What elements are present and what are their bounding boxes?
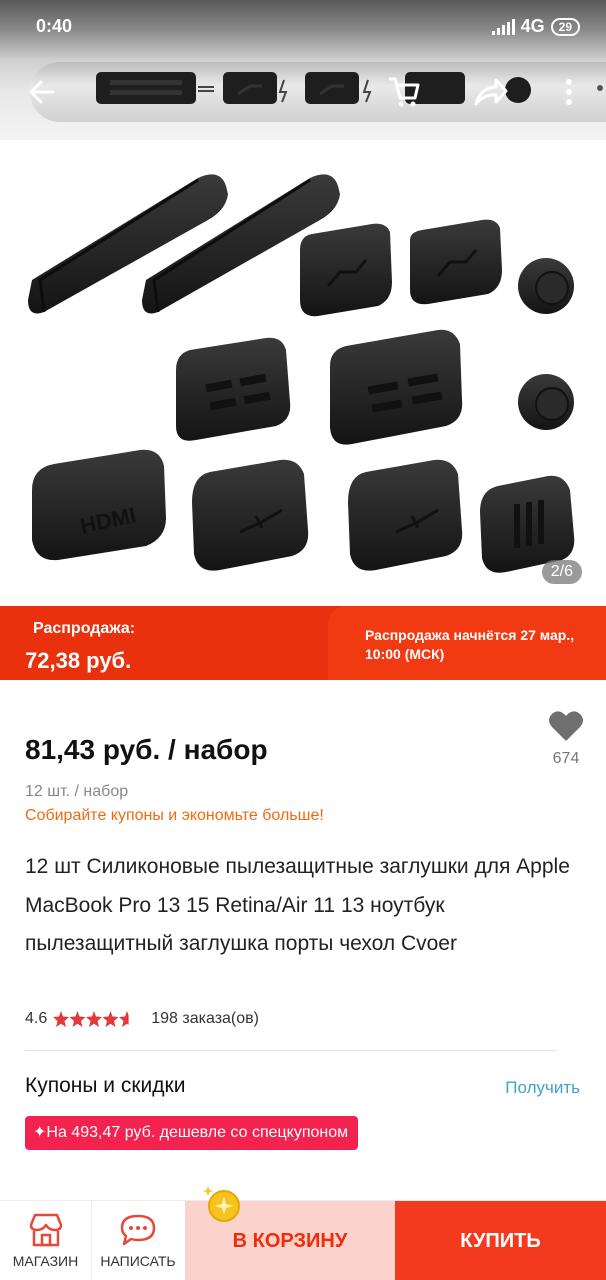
coupon-promo-link[interactable]: Собирайте купоны и экономьте больше!	[25, 807, 324, 825]
store-icon	[29, 1213, 62, 1247]
rating-stars	[53, 1011, 135, 1027]
store-button[interactable]: МАГАЗИН	[0, 1201, 92, 1280]
add-to-cart-label: В КОРЗИНУ	[232, 1229, 348, 1252]
sale-price-block: Распродажа: 72,38 руб.	[0, 606, 332, 680]
share-icon	[474, 78, 508, 106]
sale-start-block: Распродажа начнётся 27 мар., 10:00 (МСК)	[328, 606, 606, 680]
special-coupon-badge[interactable]: ✦На 493,47 руб. дешевле со спецкупоном	[25, 1116, 359, 1150]
stars-icon	[53, 1011, 129, 1027]
orders-count: 198 заказа(ов)	[151, 1010, 259, 1027]
buy-now-button[interactable]: КУПИТЬ	[395, 1201, 606, 1280]
get-coupons-link[interactable]: Получить	[505, 1078, 580, 1098]
long-plug-1	[28, 174, 228, 314]
more-vertical-icon	[566, 79, 572, 105]
cart-button[interactable]	[380, 66, 428, 118]
arrow-left-icon	[29, 80, 55, 104]
product-title: 12 шт Силиконовые пылезащитные заглушки …	[25, 855, 570, 955]
gallery-counter: 2/6	[541, 560, 582, 584]
sale-price: 72,38 руб.	[25, 648, 132, 673]
heart-icon	[549, 711, 583, 741]
message-button[interactable]: НАПИСАТЬ	[92, 1201, 184, 1280]
status-time: 0:40	[36, 16, 73, 36]
message-label: НАПИСАТЬ	[100, 1253, 176, 1269]
signal-icon	[491, 18, 515, 35]
back-button[interactable]	[18, 66, 66, 118]
rating-value: 4.6	[25, 1010, 48, 1027]
chat-icon	[120, 1214, 156, 1246]
sale-banner: Распродажа: 72,38 руб. Распродажа начнёт…	[0, 606, 606, 680]
share-button[interactable]	[466, 66, 514, 118]
more-button[interactable]	[545, 66, 593, 118]
bottom-action-bar: МАГАЗИН НАПИСАТЬ В КОРЗИНУ КУПИТЬ	[0, 1200, 606, 1280]
network-type: 4G	[520, 16, 545, 36]
battery-indicator: 29	[550, 17, 580, 36]
product-gallery[interactable]: HDMI 0:40 4G 29 2/6	[0, 0, 606, 606]
status-bar: 0:40 4G 29	[0, 0, 606, 52]
rating-row[interactable]: 4.6 198 заказа(ов)	[25, 1010, 259, 1028]
cart-icon	[389, 77, 420, 107]
section-divider	[25, 1050, 556, 1051]
store-label: МАГАЗИН	[12, 1253, 79, 1269]
buy-now-label: КУПИТЬ	[460, 1229, 541, 1252]
dust-plugs-illustration: HDMI	[28, 174, 575, 573]
sale-start-notice: Распродажа начнётся 27 мар., 10:00 (МСК)	[365, 627, 575, 662]
wishlist-count: 674	[552, 750, 580, 767]
sale-label: Распродажа:	[33, 620, 136, 637]
wishlist-button[interactable]: 674	[540, 710, 592, 768]
coin-icon	[202, 1186, 240, 1222]
unit-info: 12 шт. / набор	[25, 783, 129, 800]
coupons-section-title: Купоны и скидки	[25, 1074, 186, 1097]
product-price: 81,43 руб. / набор	[25, 734, 268, 765]
